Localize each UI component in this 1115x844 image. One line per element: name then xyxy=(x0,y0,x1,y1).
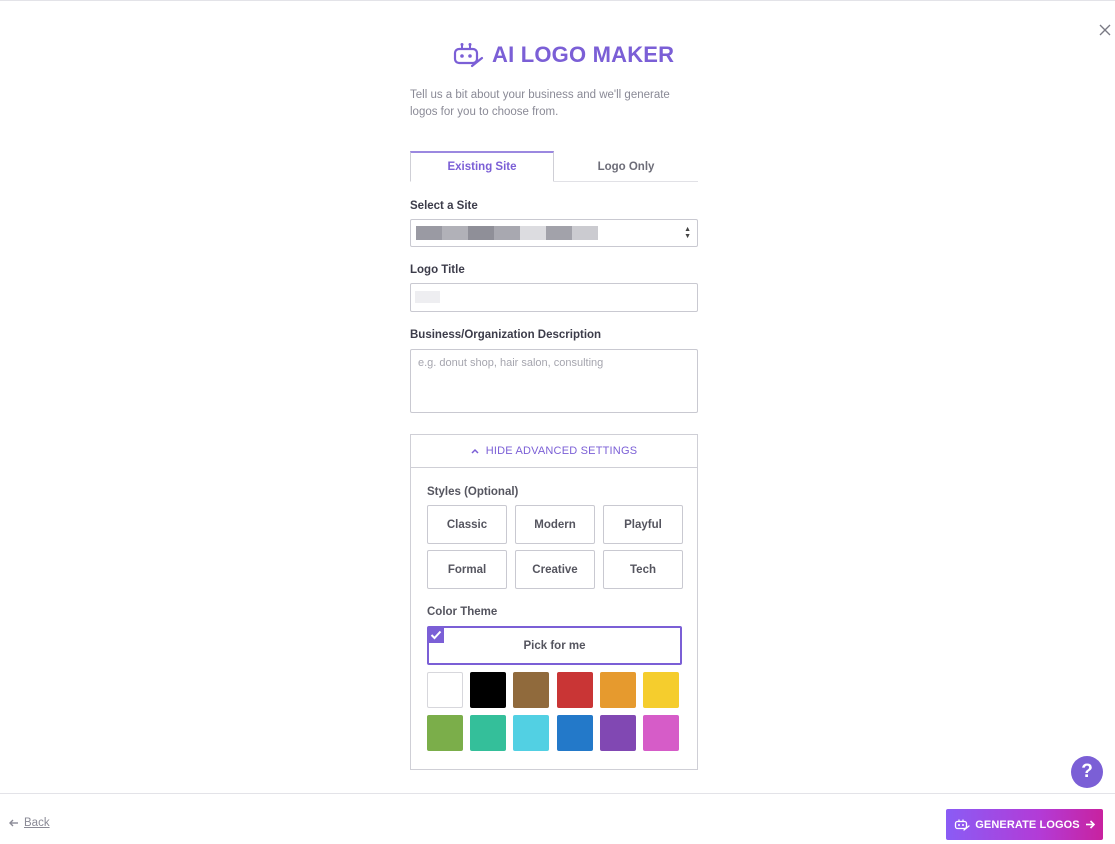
styles-label: Styles (Optional) xyxy=(427,486,519,498)
style-classic-button[interactable]: Classic xyxy=(427,505,507,544)
tab-existing-site[interactable]: Existing Site xyxy=(410,151,554,182)
hide-advanced-settings-button[interactable]: HIDE ADVANCED SETTINGS xyxy=(410,434,698,468)
swatch-blue[interactable] xyxy=(557,715,593,751)
swatch-purple[interactable] xyxy=(600,715,636,751)
description-label: Business/Organization Description xyxy=(410,329,602,341)
logo-title-input[interactable] xyxy=(410,283,698,312)
swatch-green[interactable] xyxy=(427,715,463,751)
brand: AI LOGO MAKER xyxy=(452,40,698,70)
site-select[interactable]: ▲ ▼ xyxy=(410,219,698,247)
subtitle: Tell us a bit about your business and we… xyxy=(410,89,670,118)
generate-logos-button[interactable]: GENERATE LOGOS xyxy=(946,809,1103,840)
select-site-label: Select a Site xyxy=(410,200,478,212)
pick-for-me-label: Pick for me xyxy=(523,639,586,652)
top-divider xyxy=(0,0,1115,1)
swatch-teal[interactable] xyxy=(470,715,506,751)
robot-icon xyxy=(955,819,970,831)
style-playful-button[interactable]: Playful xyxy=(603,505,683,544)
style-creative-button[interactable]: Creative xyxy=(515,550,595,589)
swatch-black[interactable] xyxy=(470,672,506,708)
select-arrows-icon: ▲ ▼ xyxy=(684,226,691,240)
description-placeholder: e.g. donut shop, hair salon, consulting xyxy=(418,357,604,369)
arrow-left-icon xyxy=(9,819,18,827)
generate-logos-label: GENERATE LOGOS xyxy=(975,818,1080,831)
source-tabs: Existing Site Logo Only xyxy=(410,151,698,182)
swatch-light-blue[interactable] xyxy=(513,715,549,751)
hide-advanced-settings-label: HIDE ADVANCED SETTINGS xyxy=(485,445,638,457)
style-formal-button[interactable]: Formal xyxy=(427,550,507,589)
back-label: Back xyxy=(24,817,50,829)
tab-logo-only[interactable]: Logo Only xyxy=(554,151,698,182)
style-tech-button[interactable]: Tech xyxy=(603,550,683,589)
swatch-white[interactable] xyxy=(427,672,463,708)
chevron-up-icon xyxy=(471,448,479,454)
header: AI LOGO MAKER Tell us a bit about your b… xyxy=(410,40,698,121)
swatch-orange[interactable] xyxy=(600,672,636,708)
pick-for-me-button[interactable]: Pick for me xyxy=(427,626,682,665)
redacted-site-value xyxy=(416,226,598,240)
swatch-red[interactable] xyxy=(557,672,593,708)
swatch-pink[interactable] xyxy=(643,715,679,751)
checkmark-icon xyxy=(428,627,444,643)
logo-title-label: Logo Title xyxy=(410,264,465,276)
swatch-brown[interactable] xyxy=(513,672,549,708)
style-modern-button[interactable]: Modern xyxy=(515,505,595,544)
close-icon[interactable] xyxy=(1096,21,1114,39)
description-textarea[interactable]: e.g. donut shop, hair salon, consulting xyxy=(410,349,698,413)
robot-logo-icon xyxy=(453,43,484,68)
back-link[interactable]: Back xyxy=(9,817,50,829)
app-title: AI LOGO MAKER xyxy=(492,42,675,67)
color-theme-label: Color Theme xyxy=(427,606,498,618)
help-button[interactable]: ? xyxy=(1071,756,1103,788)
arrow-right-icon xyxy=(1085,820,1095,829)
advanced-settings-panel: Styles (Optional) Classic Modern Playful… xyxy=(410,467,698,770)
swatch-yellow[interactable] xyxy=(643,672,679,708)
footer-divider xyxy=(0,793,1115,794)
redacted-logo-title-value xyxy=(415,291,440,303)
